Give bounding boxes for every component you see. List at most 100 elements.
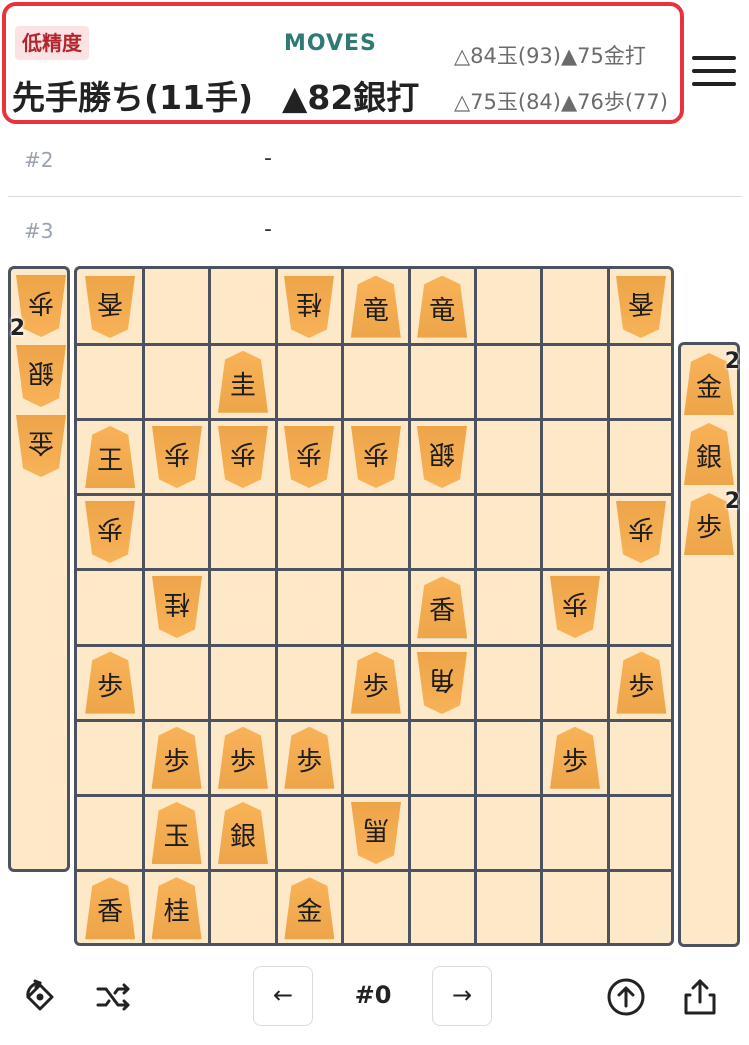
sente-piece[interactable]: 香 [417, 576, 468, 639]
piece-label: 歩 [28, 287, 55, 317]
move-row-number: #3 [24, 219, 54, 243]
piece-label: 香 [429, 596, 456, 627]
grid-line [77, 643, 671, 647]
piece-label: 竜 [362, 295, 389, 326]
gote-piece[interactable]: 歩 [550, 576, 600, 638]
piece-label: 歩 [163, 746, 190, 777]
piece-label: 歩 [230, 438, 257, 468]
gote-piece[interactable]: 香 [85, 276, 135, 338]
move-row[interactable]: #2 - [8, 126, 742, 197]
piece-label: 銀 [229, 822, 256, 852]
gote-piece[interactable]: 桂 [152, 576, 202, 638]
gote-piece[interactable]: 歩 [284, 426, 334, 488]
piece-label: 金 [695, 373, 722, 403]
gote-piece[interactable]: 桂 [284, 276, 334, 338]
gote-piece[interactable]: 歩 [152, 426, 202, 488]
piece-label: 金 [28, 427, 55, 457]
grid-line [473, 269, 477, 943]
sente-piece[interactable]: 歩 [350, 651, 401, 714]
shuffle-icon[interactable] [94, 977, 134, 1017]
sente-piece[interactable]: 歩 [284, 726, 335, 789]
sente-piece[interactable]: 歩 [85, 651, 136, 714]
game-result: 先手勝ち(11手) [12, 78, 254, 117]
sente-piece[interactable]: 銀 [684, 423, 734, 485]
grid-line [77, 342, 671, 346]
grid-line [407, 269, 411, 943]
piece-label: 歩 [97, 513, 124, 544]
gote-piece[interactable]: 歩 [616, 501, 666, 563]
upload-circle-icon[interactable] [606, 977, 646, 1017]
piece-label: 桂 [296, 287, 323, 318]
sente-piece[interactable]: 竜 [417, 275, 468, 338]
sente-piece[interactable]: 竜 [350, 275, 401, 338]
best-move[interactable]: ▲82銀打 [282, 71, 419, 119]
piece-label: 金 [296, 897, 323, 928]
current-move-number: #0 [354, 981, 392, 1009]
arrow-left-icon: ← [272, 981, 294, 1009]
alt-move-line-2[interactable]: △75玉(84)▲76歩(77) [454, 86, 668, 116]
menu-icon[interactable] [692, 56, 736, 88]
gote-hand: 歩2銀金 [8, 266, 70, 872]
sente-piece[interactable]: 王 [85, 426, 136, 488]
shogi-board: 香桂竜竜香圭王歩歩歩歩銀歩歩桂香歩歩歩角歩歩歩歩歩玉銀馬香桂金 [74, 266, 674, 946]
piece-count: 2 [10, 316, 26, 341]
sente-piece[interactable]: 金2 [684, 349, 740, 415]
gote-piece[interactable]: 銀 [417, 426, 467, 488]
grid-line [540, 269, 544, 943]
next-move-button[interactable]: → [432, 966, 492, 1026]
grid-line [77, 869, 671, 873]
grid-line [77, 793, 671, 797]
sente-piece[interactable]: 歩 [550, 726, 600, 789]
piece-label: 歩 [229, 746, 256, 777]
piece-label: 角 [429, 663, 456, 694]
piece-label: 香 [97, 897, 124, 928]
grid-line [606, 269, 610, 943]
piece-label: 歩 [362, 438, 389, 468]
piece-label: 竜 [429, 295, 456, 326]
grid-line [341, 269, 345, 943]
sente-hand: 金2銀歩2 [678, 342, 740, 947]
piece-label: 王 [97, 446, 124, 476]
piece-count: 2 [724, 489, 740, 514]
sente-piece[interactable]: 金 [284, 877, 335, 940]
sente-piece[interactable]: 歩2 [684, 489, 740, 555]
prev-move-button[interactable]: ← [253, 966, 313, 1026]
move-row[interactable]: #3 - [8, 197, 742, 267]
sente-piece[interactable]: 玉 [151, 802, 202, 864]
gote-piece[interactable]: 馬 [351, 802, 401, 864]
piece-count: 2 [724, 349, 740, 374]
piece-label: 歩 [163, 438, 190, 468]
share-icon[interactable] [680, 977, 720, 1017]
gote-piece[interactable]: 香 [616, 276, 666, 338]
gote-piece[interactable]: 歩 [218, 426, 268, 488]
piece-label: 歩 [296, 746, 323, 777]
sente-piece[interactable]: 桂 [151, 877, 202, 940]
gote-piece[interactable]: 歩 [351, 426, 401, 488]
gote-piece[interactable]: 歩2 [10, 275, 66, 341]
sente-piece[interactable]: 歩 [218, 726, 268, 789]
piece-label: 銀 [695, 443, 722, 473]
sente-piece[interactable]: 歩 [151, 726, 202, 789]
sente-piece[interactable]: 銀 [218, 802, 268, 864]
piece-label: 銀 [28, 357, 55, 387]
piece-label: 歩 [695, 513, 722, 543]
arrow-right-icon: → [451, 981, 473, 1009]
gote-piece[interactable]: 歩 [85, 501, 135, 563]
piece-label: 馬 [362, 814, 389, 844]
gote-piece[interactable]: 角 [417, 652, 467, 714]
gote-piece[interactable]: 銀 [16, 345, 66, 407]
sente-piece[interactable]: 歩 [616, 651, 667, 714]
piece-label: 歩 [562, 588, 589, 619]
move-row-number: #2 [24, 148, 54, 172]
alt-move-line-1[interactable]: △84玉(93)▲75金打 [454, 40, 646, 70]
piece-label: 歩 [97, 671, 124, 702]
piece-label: 歩 [561, 746, 588, 777]
grid-line [141, 269, 145, 943]
sente-piece[interactable]: 圭 [218, 350, 268, 413]
sente-piece[interactable]: 香 [85, 877, 136, 940]
grid-line [274, 269, 278, 943]
accuracy-badge: 低精度 [15, 26, 89, 60]
piece-label: 玉 [163, 822, 190, 852]
gote-piece[interactable]: 金 [16, 415, 66, 477]
flip-board-icon[interactable] [20, 977, 60, 1017]
